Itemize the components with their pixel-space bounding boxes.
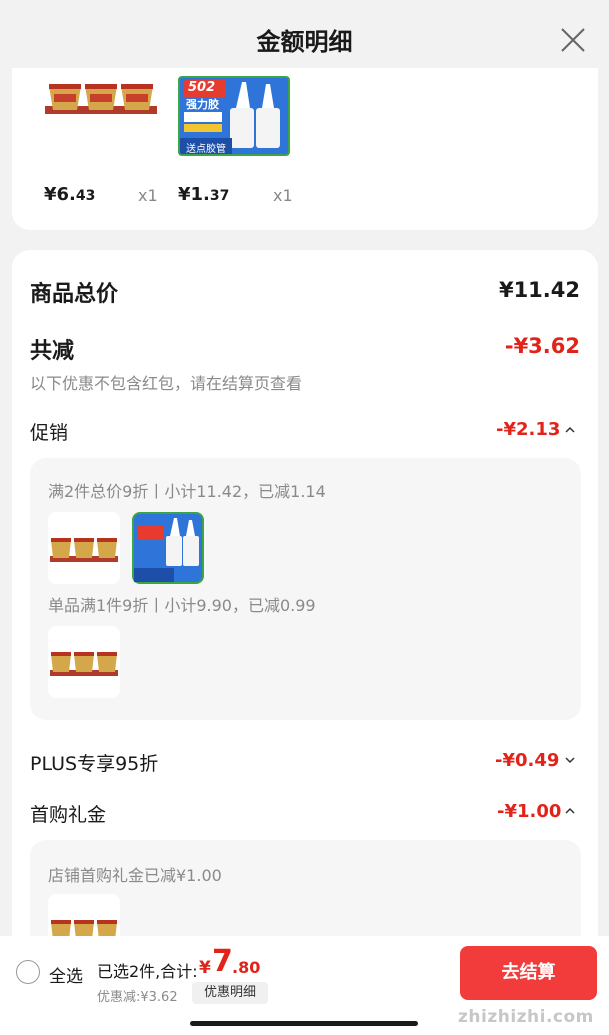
price-integer: ¥1. [178, 184, 210, 205]
promotion-detail-box: 满2件总价9折丨小计11.42，已减1.14 单品满1件9折丨小计9.90，已减… [30, 458, 581, 720]
noodle-thumb-image [50, 652, 118, 676]
glue-name-text: 强力胶 [186, 98, 219, 111]
first-purchase-label: 首购礼金 [30, 804, 107, 826]
chevron-down-icon[interactable] [564, 754, 576, 766]
item-quantity: x1 [138, 186, 158, 205]
checkout-button[interactable]: 去结算 [460, 946, 597, 1000]
discount-detail-button[interactable]: 优惠明细 [192, 982, 268, 1004]
item-quantity: x1 [273, 186, 293, 205]
price-decimal: 43 [75, 188, 96, 204]
price-integer: ¥6. [44, 184, 76, 205]
close-icon[interactable] [559, 26, 587, 54]
home-indicator [190, 1021, 418, 1026]
total-price-value: ¥11.42 [498, 278, 580, 302]
saved-amount: 优惠减:¥3.62 [97, 990, 178, 1005]
promotion-rule: 满2件总价9折丨小计11.42，已减1.14 [48, 482, 326, 501]
total-integer: 7 [212, 944, 233, 979]
item-price: ¥6.43 [44, 184, 95, 205]
product-thumbnail[interactable] [132, 512, 204, 584]
noodle-product-image[interactable] [45, 78, 157, 118]
promotion-rule: 单品满1件9折丨小计9.90，已减0.99 [48, 596, 316, 615]
modal-header: 金额明细 [0, 0, 609, 76]
selected-count-text: 已选2件,合计: [97, 962, 198, 981]
item-price: ¥1.37 [178, 184, 229, 205]
glue-tag-text: 送点胶管 [186, 144, 226, 155]
total-reduction-label: 共减 [30, 339, 75, 364]
total-currency: ¥ [199, 958, 211, 978]
watermark: zhizhizhi.com [458, 1007, 594, 1027]
glue-product-image[interactable]: 502 强力胶 送点胶管 [178, 76, 290, 156]
page-title: 金额明细 [256, 28, 353, 56]
plus-discount-value[interactable]: -¥0.49 [495, 750, 559, 771]
promotion-value[interactable]: -¥2.13 [496, 419, 560, 440]
chevron-up-icon[interactable] [564, 424, 576, 436]
glue-thumb-image [134, 518, 199, 582]
noodle-thumb-image [50, 538, 118, 562]
plus-discount-label: PLUS专享95折 [30, 753, 159, 775]
chevron-up-icon[interactable] [564, 805, 576, 817]
glue-model-text: 502 [188, 80, 216, 95]
reduction-note: 以下优惠不包含红包，请在结算页查看 [30, 374, 303, 393]
select-all-radio[interactable] [16, 960, 40, 984]
total-decimal: .80 [232, 958, 261, 977]
price-decimal: 37 [209, 188, 230, 204]
product-thumbnail[interactable] [48, 626, 120, 698]
first-purchase-rule: 店铺首购礼金已减¥1.00 [48, 866, 222, 885]
first-purchase-value[interactable]: -¥1.00 [497, 801, 561, 822]
total-price-label: 商品总价 [30, 282, 119, 307]
promotion-label: 促销 [30, 422, 69, 444]
product-thumbnail[interactable] [48, 512, 120, 584]
total-reduction-value: -¥3.62 [504, 334, 580, 358]
select-all-label[interactable]: 全选 [49, 962, 83, 987]
